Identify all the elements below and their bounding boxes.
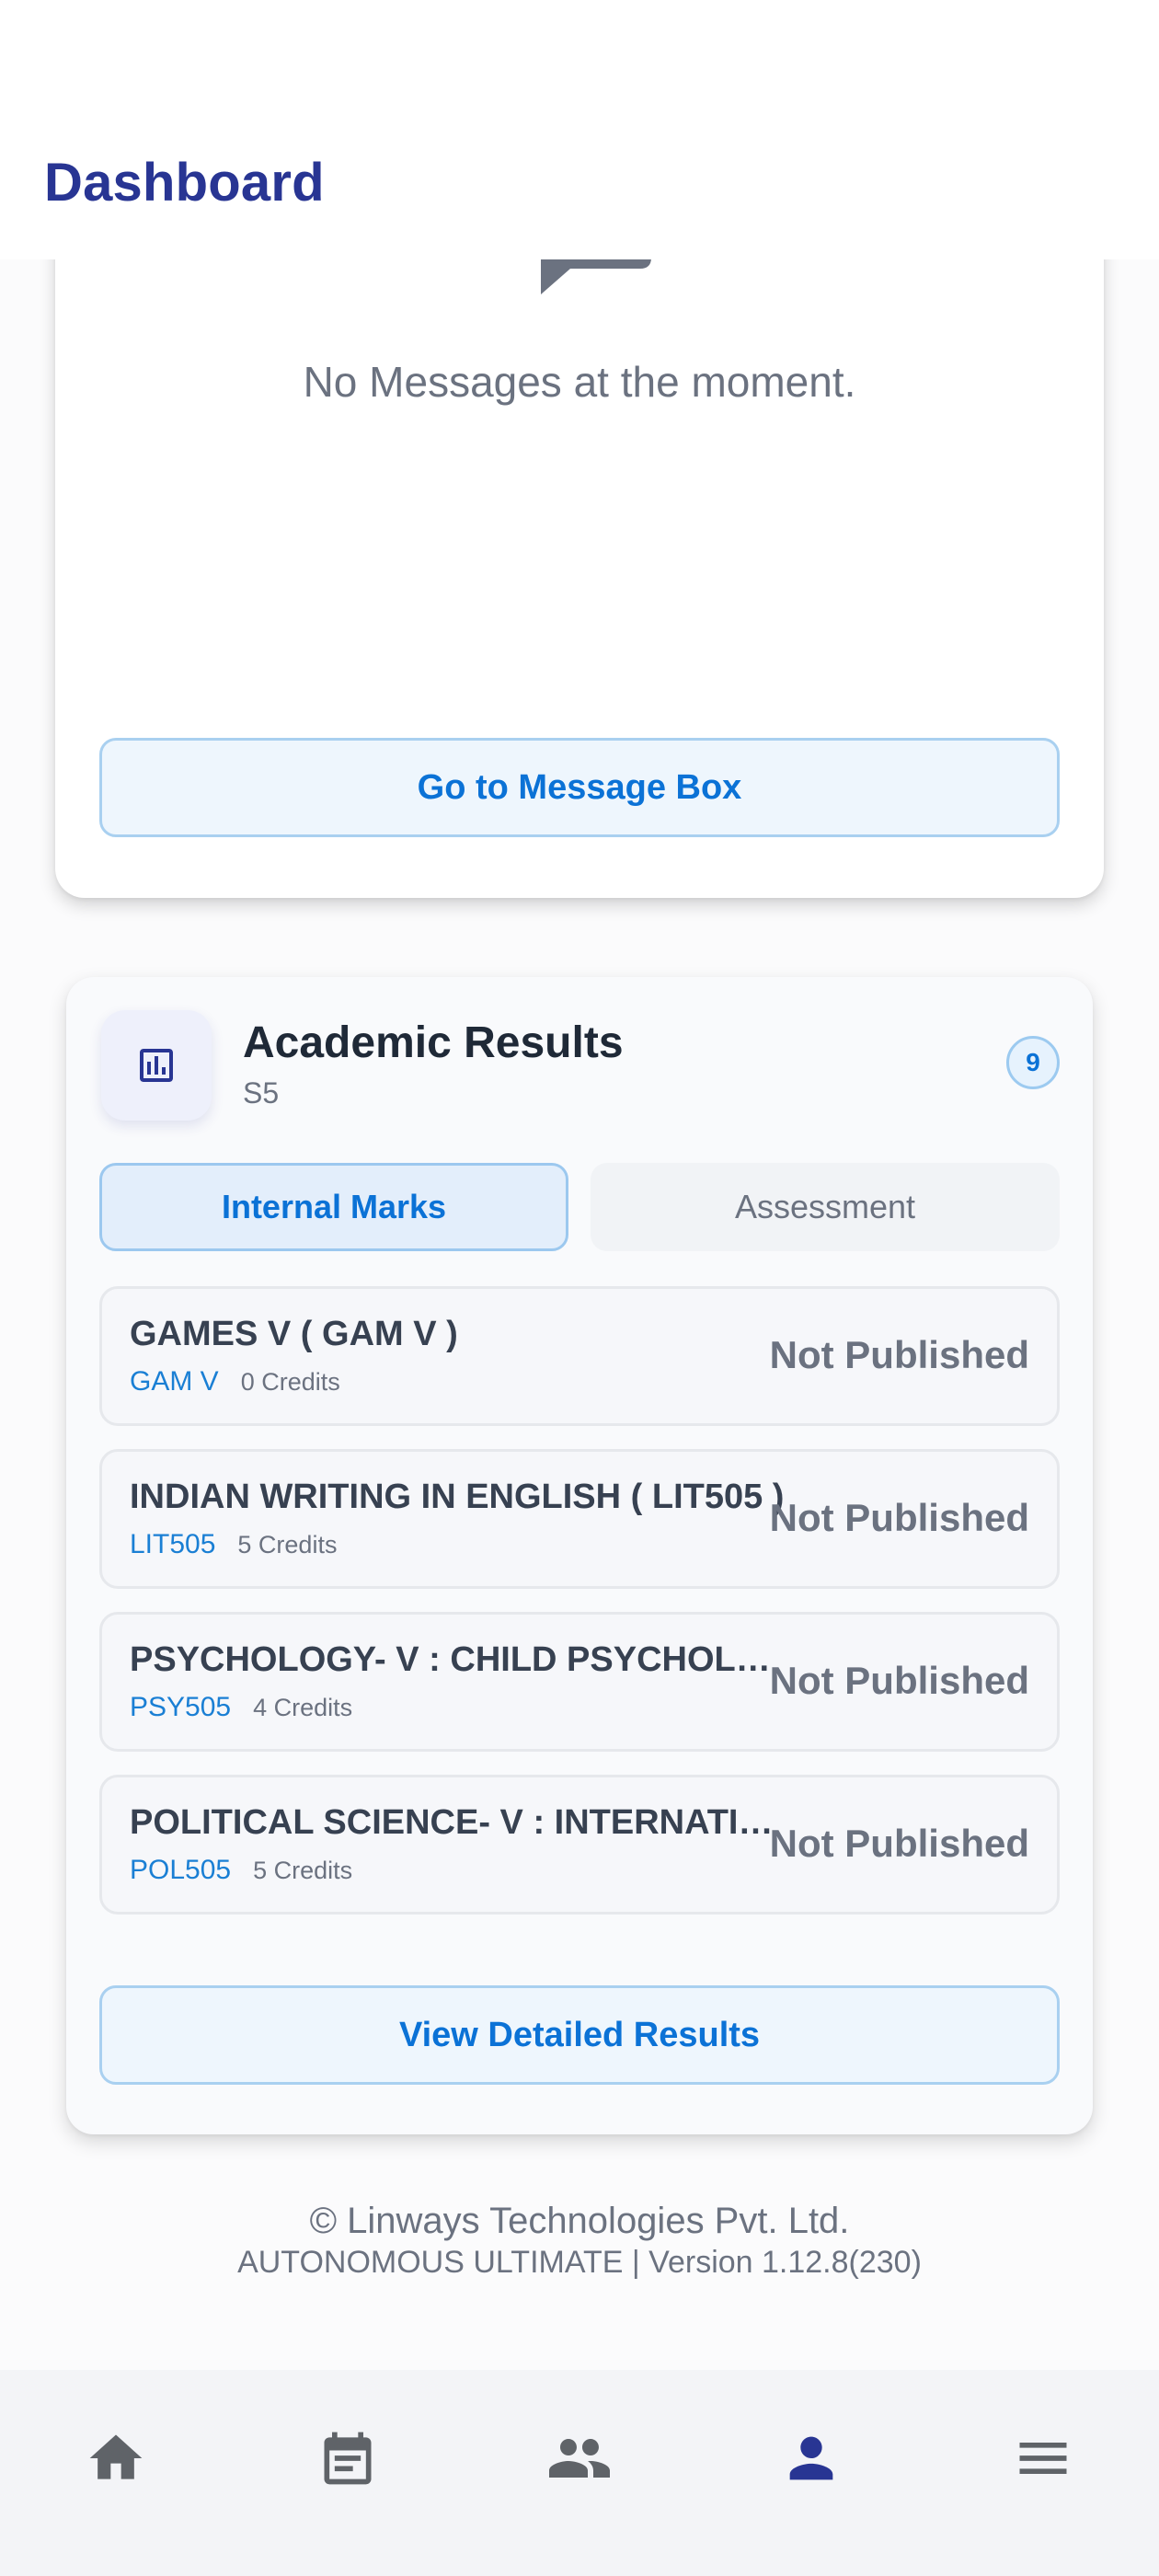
results-semester: S5 [243, 1076, 280, 1110]
course-row[interactable]: POLITICAL SCIENCE- V : INTERNATIONAL POL… [99, 1775, 1060, 1915]
course-status: Not Published [769, 1659, 1029, 1702]
nav-people[interactable] [534, 2412, 625, 2504]
view-detailed-results-button[interactable]: View Detailed Results [99, 1985, 1060, 2085]
course-meta: LIT505 5 Credits [130, 1529, 337, 1560]
course-code: POL505 [130, 1855, 232, 1885]
course-name: PSYCHOLOGY- V : CHILD PSYCHOLOGY ( PSY50… [130, 1640, 786, 1679]
calendar-icon [324, 2432, 372, 2485]
results-count-badge: 9 [1006, 1036, 1060, 1089]
course-credits: 5 Credits [237, 1531, 338, 1558]
bottom-navigation [0, 2370, 1159, 2576]
footer-copyright: © Linways Technologies Pvt. Ltd. [309, 2201, 850, 2241]
course-row[interactable]: GAMES V ( GAM V ) GAM V 0 Credits Not Pu… [99, 1286, 1060, 1426]
nav-menu[interactable] [997, 2412, 1089, 2504]
menu-icon [1019, 2443, 1067, 2474]
course-status: Not Published [769, 1333, 1029, 1376]
course-credits: 0 Credits [240, 1368, 340, 1396]
course-code: PSY505 [130, 1692, 232, 1722]
course-name: INDIAN WRITING IN ENGLISH ( LIT505 ) [130, 1478, 785, 1516]
course-code: LIT505 [130, 1529, 216, 1559]
results-icon-box [101, 1010, 212, 1121]
nav-calendar[interactable] [302, 2412, 394, 2504]
course-meta: POL505 5 Credits [130, 1855, 352, 1886]
course-name: POLITICAL SCIENCE- V : INTERNATIONAL POL… [130, 1803, 786, 1842]
course-status: Not Published [769, 1496, 1029, 1539]
home-icon [89, 2434, 143, 2479]
course-row[interactable]: PSYCHOLOGY- V : CHILD PSYCHOLOGY ( PSY50… [99, 1612, 1060, 1752]
results-title: Academic Results [243, 1018, 624, 1067]
page-title: Dashboard [44, 153, 325, 213]
person-icon [789, 2436, 833, 2480]
course-credits: 4 Credits [253, 1694, 353, 1721]
course-meta: PSY505 4 Credits [130, 1692, 352, 1723]
course-credits: 5 Credits [253, 1857, 353, 1884]
course-name: GAMES V ( GAM V ) [130, 1315, 458, 1353]
app-header: Dashboard [0, 0, 1159, 259]
academic-results-card: Academic Results S5 9 Internal Marks Ass… [66, 977, 1093, 2134]
course-status: Not Published [769, 1822, 1029, 1865]
nav-profile[interactable] [765, 2412, 857, 2504]
course-meta: GAM V 0 Credits [130, 1366, 340, 1397]
course-row[interactable]: INDIAN WRITING IN ENGLISH ( LIT505 ) LIT… [99, 1449, 1060, 1589]
bar-chart-icon [140, 1049, 173, 1082]
course-code: GAM V [130, 1366, 219, 1397]
nav-home[interactable] [70, 2412, 162, 2504]
go-to-message-box-button[interactable]: Go to Message Box [99, 738, 1060, 837]
no-messages-text: No Messages at the moment. [303, 358, 856, 406]
tab-assessment[interactable]: Assessment [591, 1163, 1060, 1251]
footer-version: AUTONOMOUS ULTIMATE | Version 1.12.8(230… [237, 2245, 922, 2280]
people-icon [549, 2439, 610, 2478]
messages-card: No Messages at the moment. Go to Message… [55, 221, 1104, 898]
tab-internal-marks[interactable]: Internal Marks [99, 1163, 568, 1251]
